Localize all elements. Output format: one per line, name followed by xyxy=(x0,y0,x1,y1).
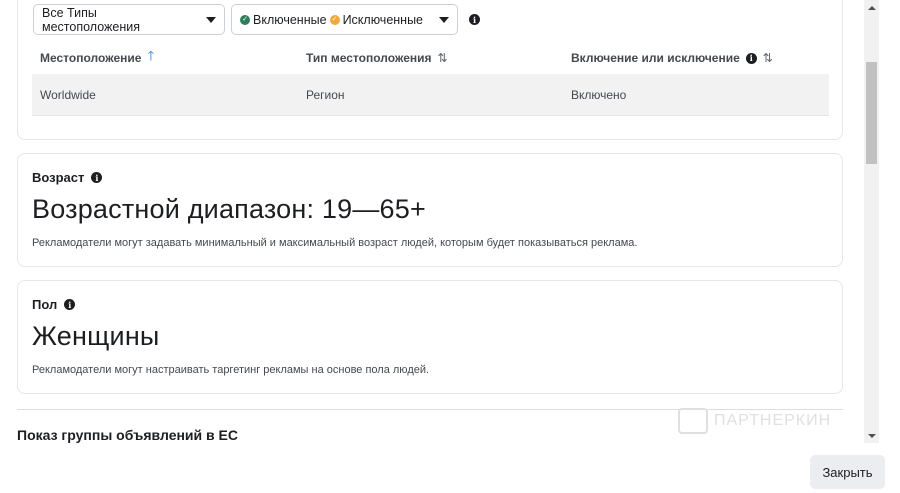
info-icon[interactable]: i xyxy=(745,52,757,64)
inclusion-status-value: ✓ Включенные ✓ Исключенные xyxy=(240,13,423,27)
watermark-logo-icon xyxy=(678,408,708,434)
table-row: Worldwide Регион Включено xyxy=(32,74,829,116)
table-header: Местоположение 🡑 Тип местоположения ⇅ Вк… xyxy=(32,42,829,74)
arrow-down-icon xyxy=(867,433,876,438)
location-card: Все Типы местоположения ✓ Включенные ✓ И… xyxy=(17,0,843,140)
info-icon[interactable]: i xyxy=(469,14,480,25)
age-range-value: Возрастной диапазон: 19—65+ xyxy=(32,194,426,224)
scrollbar-thumb[interactable] xyxy=(866,62,877,164)
close-button[interactable]: Закрыть xyxy=(810,455,885,489)
gender-card: Пол i Женщины Рекламодатели могут настра… xyxy=(17,280,843,394)
dialog-footer xyxy=(0,443,900,493)
header-location-type[interactable]: Тип местоположения ⇅ xyxy=(298,51,563,65)
chevron-down-icon xyxy=(439,16,449,23)
gender-title: Пол i xyxy=(32,297,76,312)
vertical-scrollbar[interactable] xyxy=(864,0,879,443)
location-filter-row: Все Типы местоположения ✓ Включенные ✓ И… xyxy=(33,4,480,35)
age-description: Рекламодатели могут задавать минимальный… xyxy=(32,237,638,249)
sort-ascending-icon: 🡑 xyxy=(147,48,155,63)
info-icon[interactable]: i xyxy=(91,172,103,183)
dialog-content: Все Типы местоположения ✓ Включенные ✓ И… xyxy=(0,0,864,443)
watermark: ПАРТНЕРКИН xyxy=(678,408,831,434)
excluded-check-icon: ✓ xyxy=(329,14,340,25)
chevron-down-icon xyxy=(206,16,216,23)
arrow-up-icon xyxy=(867,5,876,10)
location-types-label: Все Типы местоположения xyxy=(42,5,140,34)
header-inclusion[interactable]: Включение или исключение i ⇅ xyxy=(563,51,829,65)
info-icon[interactable]: i xyxy=(64,299,76,310)
cell-location: Worldwide xyxy=(40,87,96,102)
eu-section-title: Показ группы объявлений в ЕС xyxy=(17,427,238,443)
watermark-text: ПАРТНЕРКИН xyxy=(714,412,832,429)
gender-description: Рекламодатели могут настраивать таргетин… xyxy=(32,364,430,376)
age-title: Возраст i xyxy=(32,170,103,185)
age-card: Возраст i Возрастной диапазон: 19—65+ Ре… xyxy=(17,153,843,267)
header-inclusion-label: Включение или исключение xyxy=(571,51,740,65)
included-label: Включенные xyxy=(253,12,327,27)
excluded-label: Исключенные xyxy=(342,12,424,27)
sort-icon: ⇅ xyxy=(762,51,773,65)
header-type-label: Тип местоположения xyxy=(306,51,432,65)
cell-location-type: Регион xyxy=(306,87,345,102)
inclusion-status-dropdown[interactable]: ✓ Включенные ✓ Исключенные xyxy=(231,4,458,35)
location-table: Местоположение 🡑 Тип местоположения ⇅ Вк… xyxy=(32,42,829,116)
location-types-dropdown[interactable]: Все Типы местоположения xyxy=(33,4,225,35)
header-location-label: Местоположение xyxy=(40,51,142,65)
cell-inclusion: Включено xyxy=(571,87,627,102)
gender-value: Женщины xyxy=(32,321,160,351)
gender-title-label: Пол xyxy=(32,297,58,312)
scroll-up-button[interactable] xyxy=(864,0,879,15)
included-check-icon: ✓ xyxy=(240,14,250,25)
header-location[interactable]: Местоположение 🡑 xyxy=(32,47,298,69)
age-title-label: Возраст xyxy=(32,170,85,185)
scroll-down-button[interactable] xyxy=(864,428,879,443)
sort-icon: ⇅ xyxy=(437,51,448,65)
